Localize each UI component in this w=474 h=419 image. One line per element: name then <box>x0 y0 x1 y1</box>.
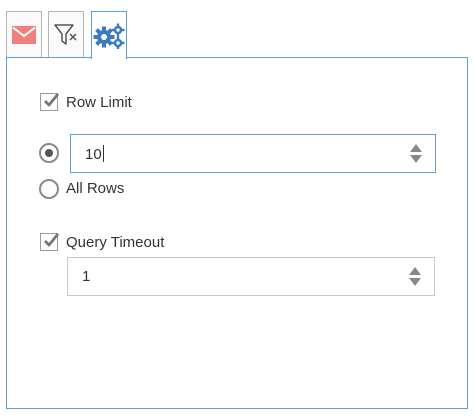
all-rows-radio[interactable] <box>39 179 59 199</box>
increment-arrow-icon[interactable] <box>409 267 421 275</box>
filter-icon <box>54 23 78 46</box>
tab-filter[interactable] <box>48 11 84 57</box>
row-limit-checkbox[interactable]: Row Limit <box>40 93 132 111</box>
row-limit-checkbox-box[interactable] <box>40 93 60 111</box>
row-limit-label: Row Limit <box>66 93 132 111</box>
row-limit-value[interactable]: 10 <box>71 144 401 163</box>
checkmark-icon <box>44 93 60 107</box>
decrement-arrow-icon[interactable] <box>409 278 421 286</box>
row-limit-value-text: 10 <box>85 145 102 163</box>
tab-mail[interactable] <box>6 11 42 57</box>
row-limit-input[interactable]: 10 <box>70 134 436 173</box>
row-limit-spinner <box>401 144 431 163</box>
query-timeout-label: Query Timeout <box>66 233 165 251</box>
query-timeout-spinner <box>400 267 430 286</box>
query-timeout-value[interactable]: 1 <box>68 268 400 285</box>
decrement-arrow-icon[interactable] <box>410 155 422 163</box>
gears-icon <box>93 23 125 49</box>
row-limit-radio[interactable] <box>39 143 59 163</box>
text-caret <box>102 144 104 162</box>
all-rows-label: All Rows <box>66 180 125 197</box>
tab-settings[interactable] <box>91 11 127 59</box>
checkmark-icon <box>44 233 60 247</box>
query-timeout-checkbox[interactable]: Query Timeout <box>40 233 164 251</box>
query-timeout-checkbox-box[interactable] <box>40 233 60 251</box>
increment-arrow-icon[interactable] <box>410 144 422 152</box>
query-timeout-input[interactable]: 1 <box>67 257 435 296</box>
radio-selected-dot <box>45 149 53 157</box>
mail-icon <box>12 25 36 44</box>
